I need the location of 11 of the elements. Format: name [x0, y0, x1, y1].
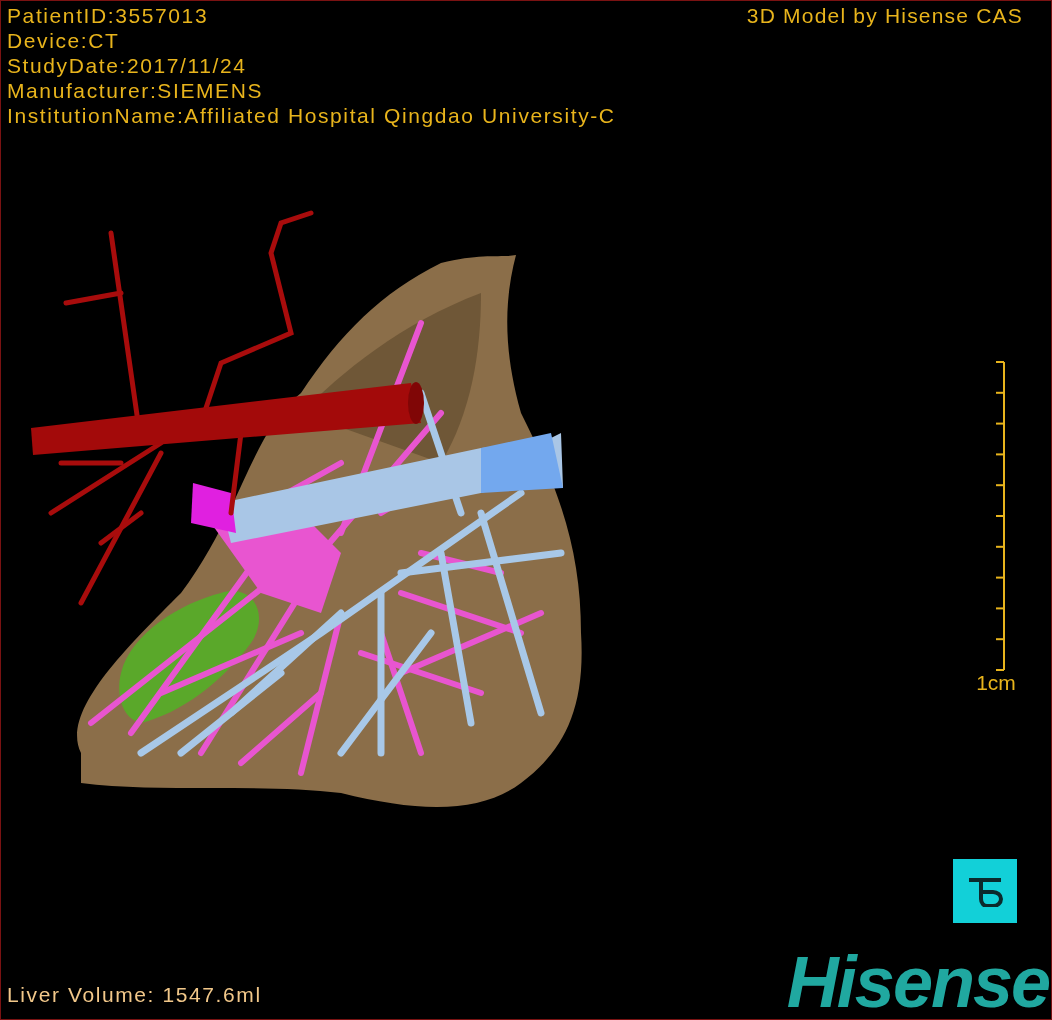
brand-logo: Hisense — [786, 949, 1050, 1015]
model-title: 3D Model by Hisense CAS — [746, 3, 1024, 29]
hook-icon — [967, 875, 1003, 907]
liver-volume-text: Liver Volume: 1547.6ml — [6, 982, 262, 1008]
scale-label: 1cm — [976, 671, 1016, 695]
info-text: PatientID:3557013 — [7, 3, 210, 28]
info-text: Manufacturer:SIEMENS — [7, 78, 265, 103]
info-text: InstitutionName:Affiliated Hospital Qingdao University-C — [7, 103, 616, 128]
info-text: Device:CT — [7, 28, 121, 53]
tool-button[interactable] — [953, 859, 1017, 923]
info-text: StudyDate:2017/11/24 — [7, 53, 248, 78]
